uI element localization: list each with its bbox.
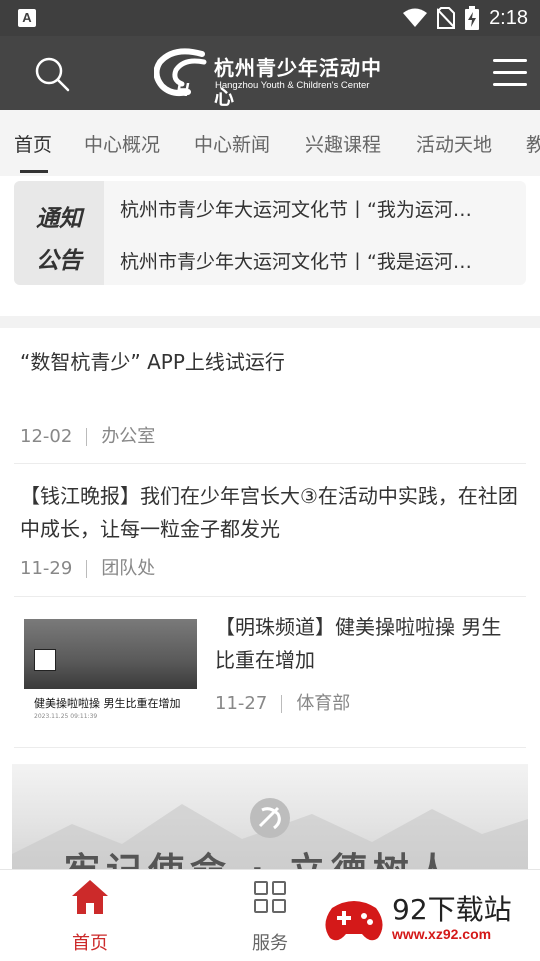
menu-icon[interactable] <box>493 58 527 88</box>
notice-item[interactable]: 杭州市青少年大运河文化节丨“我是运河… <box>120 247 520 274</box>
meta-divider <box>86 560 88 578</box>
list-divider <box>14 747 526 748</box>
notice-badge-line1: 通知 <box>36 206 82 232</box>
news-meta: 11-27 体育部 <box>215 689 350 715</box>
app-header: H 杭州青少年活动中心 Hangzhou Youth & Children's … <box>0 36 540 110</box>
news-department: 办公室 <box>101 426 156 447</box>
status-bar: A 2:18 <box>0 0 540 36</box>
qr-code-icon <box>34 649 56 671</box>
tab-education[interactable]: 教 <box>526 130 540 157</box>
news-thumbnail[interactable]: 健美操啦啦操 男生比重在增加 2023.11.25 09:11:39 <box>24 619 197 722</box>
nav-home[interactable]: 首页 <box>45 870 135 961</box>
section-separator <box>0 316 540 328</box>
grid-icon <box>254 881 286 913</box>
meta-divider <box>281 695 283 713</box>
watermark-title: 92下载站 <box>392 893 512 926</box>
news-meta: 11-29 团队处 <box>20 554 155 580</box>
clock: 2:18 <box>489 6 528 29</box>
tab-home[interactable]: 首页 <box>14 130 52 157</box>
tab-center-news[interactable]: 中心新闻 <box>194 130 270 157</box>
tab-interest-courses[interactable]: 兴趣课程 <box>305 130 381 157</box>
news-department: 体育部 <box>296 693 351 714</box>
gamepad-logo-icon <box>325 901 383 941</box>
wifi-icon <box>403 8 428 27</box>
notification-a-icon: A <box>18 9 36 27</box>
news-date: 12-02 <box>20 426 73 447</box>
promo-banner[interactable]: 牢记使命 · 立德树人 <box>12 764 528 874</box>
news-department: 团队处 <box>101 558 156 579</box>
notice-badge-line2: 公告 <box>36 248 82 274</box>
tab-activities[interactable]: 活动天地 <box>416 130 492 157</box>
news-title: “数智杭青少” APP上线试运行 <box>20 350 285 374</box>
thumbnail-timestamp: 2023.11.25 09:11:39 <box>34 713 98 720</box>
nav-label: 服务 <box>252 933 288 954</box>
notice-item[interactable]: 杭州市青少年大运河文化节丨“我为运河… <box>120 195 520 222</box>
news-title: 【明珠频道】健美操啦啦操 男生比重在增加 <box>215 615 502 672</box>
search-icon[interactable] <box>34 56 70 92</box>
logo-english-name: Hangzhou Youth & Children's Center <box>215 80 370 91</box>
logo-mark-icon: H <box>154 48 207 98</box>
news-title: 【钱江晚报】我们在少年宫长大③在活动中实践，在社团中成长，让每一粒金子都发光 <box>20 484 518 541</box>
notice-board: 通知 公告 杭州市青少年大运河文化节丨“我为运河… 杭州市青少年大运河文化节丨“… <box>14 181 526 285</box>
svg-text:H: H <box>176 80 190 98</box>
thumbnail-caption: 健美操啦啦操 男生比重在增加 <box>34 697 181 710</box>
category-tabs: 首页 中心概况 中心新闻 兴趣课程 活动天地 教 <box>0 110 540 176</box>
battery-charging-icon <box>465 6 480 30</box>
active-tab-indicator <box>20 170 48 173</box>
watermark-url: www.xz92.com <box>392 926 492 942</box>
news-item[interactable]: “数智杭青少” APP上线试运行 12-02 办公室 <box>0 330 540 464</box>
tab-center-overview[interactable]: 中心概况 <box>84 130 160 157</box>
system-icons: 2:18 <box>403 6 528 30</box>
news-date: 11-27 <box>215 693 268 714</box>
party-emblem-icon <box>250 798 290 838</box>
news-item[interactable]: 【钱江晚报】我们在少年宫长大③在活动中实践，在社团中成长，让每一粒金子都发光 1… <box>0 464 540 596</box>
no-sim-icon <box>437 7 456 29</box>
site-watermark: 92下载站 www.xz92.com <box>318 876 538 960</box>
news-meta: 12-02 办公室 <box>20 422 155 448</box>
app-logo: H 杭州青少年活动中心 Hangzhou Youth & Children's … <box>154 48 390 109</box>
news-date: 11-29 <box>20 558 73 579</box>
notice-badge: 通知 公告 <box>14 181 104 285</box>
meta-divider <box>86 428 88 446</box>
nav-services[interactable]: 服务 <box>225 870 315 961</box>
home-icon <box>72 880 108 914</box>
nav-label: 首页 <box>72 933 108 954</box>
